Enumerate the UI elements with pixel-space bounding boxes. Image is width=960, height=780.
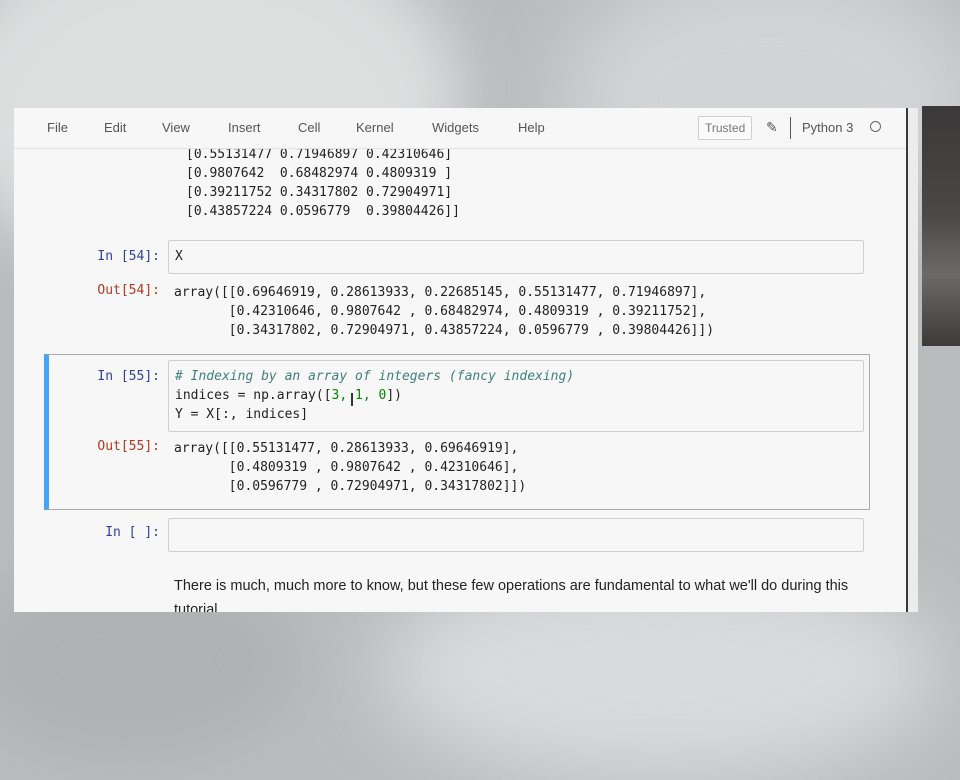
cell54-output-line: [0.34317802, 0.72904971, 0.43857224, 0.0… (174, 323, 715, 338)
cell54-in-prompt: In [54]: (97, 249, 160, 264)
menu-kernel[interactable]: Kernel (356, 120, 394, 135)
code-fragment: ]) (386, 388, 402, 403)
cell54-input[interactable]: X (168, 240, 864, 274)
menu-widgets[interactable]: Widgets (432, 120, 479, 135)
menu-separator (790, 117, 791, 139)
menu-edit[interactable]: Edit (104, 120, 126, 135)
cell54-code: X (175, 249, 183, 264)
cell54-output-line: [0.42310646, 0.9807642 , 0.68482974, 0.4… (174, 304, 707, 319)
markdown-text: There is much, much more to know, but th… (174, 578, 849, 612)
empty-cell-input[interactable] (168, 518, 864, 552)
notebook-window: [0.55131477 0.71946897 0.42310646] [0.98… (14, 108, 906, 612)
prev-output-line: [0.9807642 0.68482974 0.4809319 ] (186, 166, 453, 181)
notebook-body: [0.55131477 0.71946897 0.42310646] [0.98… (14, 108, 906, 612)
cell55-in-prompt: In [55]: (97, 369, 160, 384)
cell54-out-prompt: Out[54]: (97, 283, 160, 298)
menu-file[interactable]: File (47, 120, 68, 135)
trusted-badge[interactable]: Trusted (698, 116, 753, 140)
background-photo (922, 106, 960, 346)
code-fragment: indices = np.array([ (175, 388, 332, 403)
code-numbers: 3, 1, 0 (331, 388, 387, 403)
text-cursor (351, 393, 353, 406)
cell55-input[interactable]: # Indexing by an array of integers (fanc… (168, 360, 864, 432)
cell55-output-line: array([[0.55131477, 0.28613933, 0.696469… (174, 441, 519, 456)
cell55-code-line2: indices = np.array([3, 1, 0]) (175, 386, 402, 405)
cell55-code-line3: Y = X[:, indices] (175, 407, 309, 422)
cell55-out-prompt: Out[55]: (97, 439, 160, 454)
kernel-name[interactable]: Python 3 (802, 120, 853, 135)
menu-cell[interactable]: Cell (298, 120, 320, 135)
menu-help[interactable]: Help (518, 120, 545, 135)
prev-output-line: [0.39211752 0.34317802 0.72904971] (186, 185, 453, 200)
empty-cell-in-prompt: In [ ]: (105, 525, 160, 540)
kernel-status-icon (870, 121, 881, 132)
pencil-icon[interactable]: ✎ (766, 119, 778, 136)
cell55-comment: # Indexing by an array of integers (fanc… (175, 369, 575, 384)
cell55-output-line: [0.4809319 , 0.9807642 , 0.42310646], (174, 460, 519, 475)
menubar: File Edit View Insert Cell Kernel Widget… (14, 108, 906, 149)
scrollbar[interactable] (908, 108, 918, 612)
prev-output-line: [0.43857224 0.0596779 0.39804426]] (186, 204, 460, 219)
menu-view[interactable]: View (162, 120, 190, 135)
cell55-output-line: [0.0596779 , 0.72904971, 0.34317802]]) (174, 479, 527, 494)
menu-insert[interactable]: Insert (228, 120, 261, 135)
cell54-output-line: array([[0.69646919, 0.28613933, 0.226851… (174, 285, 707, 300)
